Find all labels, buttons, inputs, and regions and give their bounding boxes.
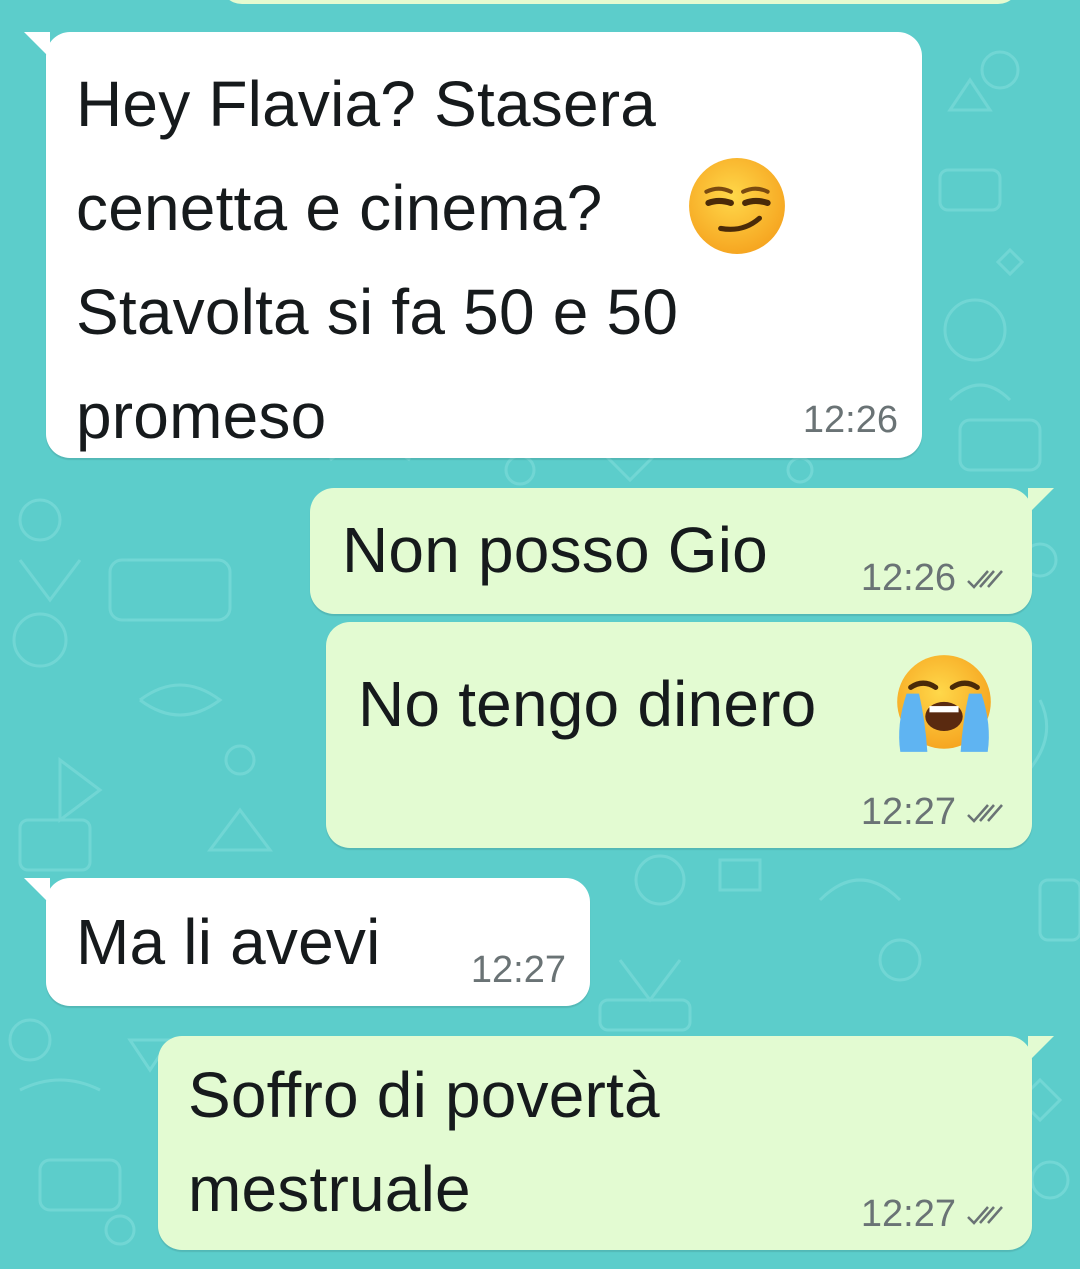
- message-bubble-outgoing[interactable]: Soffro di povertà mestruale 12:27: [158, 1036, 1054, 1250]
- message-bubble-outgoing[interactable]: Non posso Gio 12:26: [310, 488, 1054, 614]
- bubble-tail: [1028, 488, 1054, 514]
- message-timestamp: 12:27: [860, 791, 956, 833]
- message-timestamp: 12:26: [802, 399, 898, 441]
- bubble-tail: [24, 878, 50, 904]
- message-text: No tengo dinero: [358, 668, 817, 740]
- message-meta: 12:27: [861, 1193, 1006, 1236]
- message-bubble-incoming[interactable]: Hey Flavia? Stasera cenetta e cinema? St…: [24, 32, 922, 458]
- loudly-crying-face-emoji-icon: [897, 655, 991, 752]
- bubble-tail: [1028, 1036, 1054, 1062]
- message-timestamp: 12:26: [860, 557, 956, 599]
- double-check-read-icon: [967, 569, 1003, 589]
- double-check-read-icon: [967, 1205, 1003, 1225]
- message-meta: 12:27: [861, 791, 1006, 834]
- previous-message-bubble-edge: [220, 0, 1020, 4]
- message-timestamp: 12:27: [860, 1193, 956, 1235]
- message-meta: 12:26: [803, 399, 898, 442]
- message-timestamp: 12:27: [470, 949, 566, 991]
- double-check-read-icon: [967, 803, 1003, 823]
- message-meta: 12:27: [471, 949, 566, 992]
- message-meta: 12:26: [861, 557, 1006, 600]
- message-text: Hey Flavia? Stasera cenetta e cinema? St…: [76, 68, 679, 452]
- message-text: Soffro di povertà mestruale: [188, 1059, 660, 1225]
- bubble-tail: [24, 32, 50, 58]
- message-text: Ma li avevi: [76, 906, 381, 978]
- smirking-face-emoji-icon: [689, 158, 785, 254]
- message-text: Non posso Gio: [342, 514, 768, 586]
- message-bubble-incoming[interactable]: Ma li avevi 12:27: [24, 878, 590, 1006]
- message-bubble-outgoing[interactable]: No tengo dinero 12:27: [326, 622, 1032, 848]
